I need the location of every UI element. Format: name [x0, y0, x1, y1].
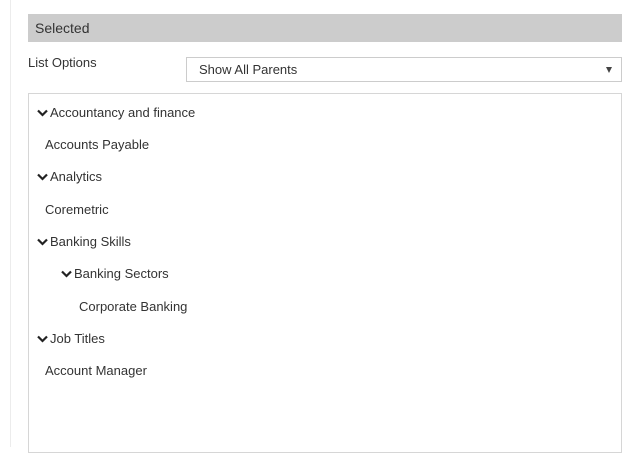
tree-item-label: Corporate Banking	[79, 299, 188, 314]
tree-item[interactable]: Banking Skills	[37, 232, 131, 252]
chevron-down-icon[interactable]	[37, 103, 50, 123]
list-options-select[interactable]: Show All Parents	[186, 57, 622, 82]
tree-item[interactable]: Account Manager	[45, 361, 147, 381]
tree-item-label: Banking Skills	[50, 234, 131, 249]
tree-item[interactable]: Corporate Banking	[79, 297, 187, 317]
chevron-down-icon[interactable]	[37, 167, 50, 187]
chevron-down-icon[interactable]	[61, 264, 74, 284]
tree-item[interactable]: Analytics	[37, 167, 102, 187]
tree-item-label: Accountancy and finance	[50, 105, 196, 120]
tree-item-label: Banking Sectors	[74, 266, 169, 281]
caret-down-icon	[606, 67, 612, 73]
tree-item[interactable]: Accounts Payable	[45, 135, 149, 155]
left-divider	[10, 0, 11, 447]
tree-item-label: Job Titles	[50, 331, 105, 346]
tree-item[interactable]: Job Titles	[37, 329, 105, 349]
tree-panel[interactable]: Accountancy and finance Accounts Payable…	[28, 93, 622, 453]
tree-item[interactable]: Accountancy and finance	[37, 103, 195, 123]
list-options-selected-value: Show All Parents	[199, 62, 298, 77]
tree-item-label: Account Manager	[45, 363, 147, 378]
chevron-down-icon[interactable]	[37, 329, 50, 349]
tree-item-label: Analytics	[50, 169, 103, 184]
section-title: Selected	[35, 20, 90, 36]
tree-item-label: Coremetric	[45, 202, 109, 217]
tree-item-label: Accounts Payable	[45, 137, 150, 152]
tree-item[interactable]: Coremetric	[45, 200, 109, 220]
section-header: Selected	[28, 14, 622, 42]
list-options-label: List Options	[28, 55, 97, 70]
chevron-down-icon[interactable]	[37, 232, 50, 252]
tree-item[interactable]: Banking Sectors	[61, 264, 169, 284]
